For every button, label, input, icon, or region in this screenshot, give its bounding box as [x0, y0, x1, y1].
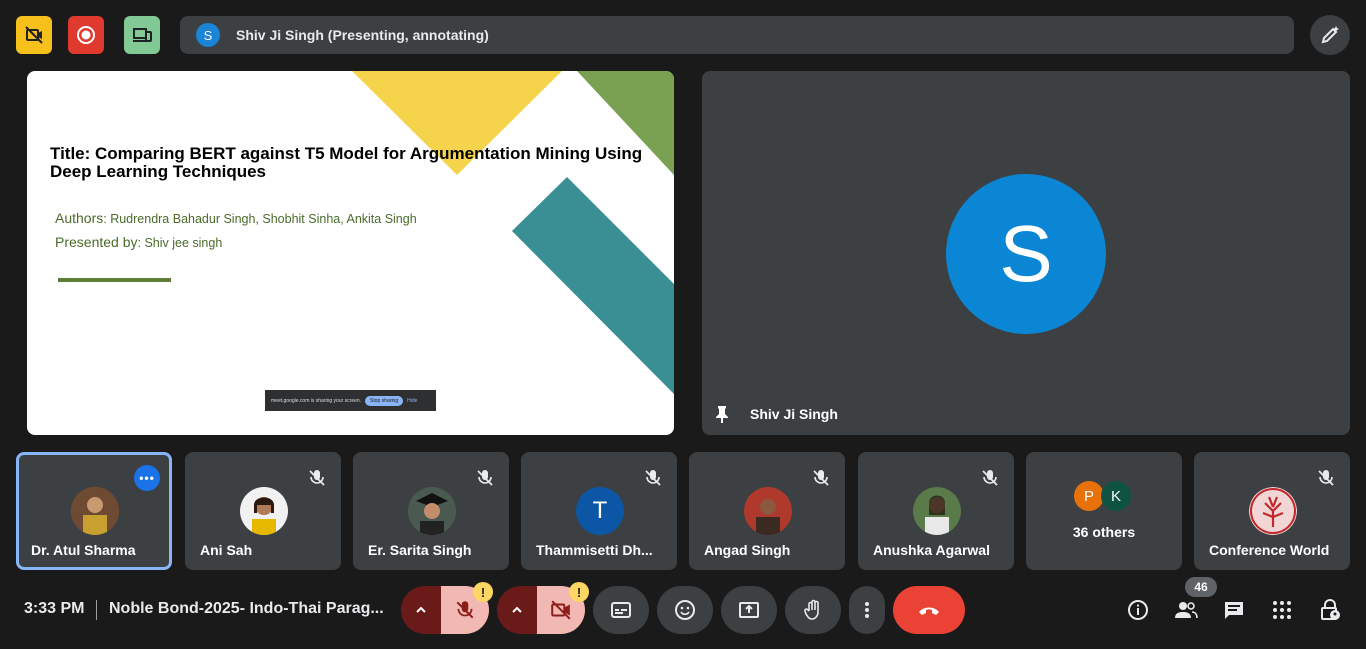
people-count-badge: 46 [1185, 577, 1217, 597]
pin-icon[interactable] [712, 404, 732, 424]
participant-name: Dr. Atul Sharma [31, 542, 136, 558]
more-options-button[interactable] [849, 586, 885, 634]
avatar [240, 487, 288, 535]
mic-off-icon [309, 470, 325, 486]
clock: 3:33 PM [24, 600, 85, 617]
more-options-icon[interactable]: ••• [134, 465, 160, 491]
camera-warning-badge: ! [569, 582, 589, 602]
participant-name: Conference World [1209, 542, 1330, 558]
slide-title: Title: Comparing BERT against T5 Model f… [50, 144, 643, 181]
participant-tile[interactable]: Angad Singh [689, 452, 845, 570]
audio-options-button[interactable] [401, 586, 441, 634]
presenter-status-text: Shiv Ji Singh (Presenting, annotating) [236, 27, 489, 43]
pen-sparkle-icon [1321, 26, 1339, 44]
no-video-icon [25, 26, 43, 44]
avatar [1249, 487, 1297, 535]
slide-authors: Authors: Rudrendra Bahadur Singh, Shobhi… [55, 210, 417, 226]
others-count-label: 36 others [1072, 524, 1136, 540]
mic-warning-badge: ! [473, 582, 493, 602]
reactions-button[interactable] [657, 586, 713, 634]
participant-name: Er. Sarita Singh [368, 542, 472, 558]
slide-divider [58, 278, 171, 282]
devices-icon [133, 28, 152, 42]
avatar: P [1074, 481, 1104, 511]
avatar: T [576, 487, 624, 535]
participant-tile[interactable]: Ani Sah [185, 452, 341, 570]
more-vert-icon [865, 602, 869, 618]
hide-banner-link[interactable]: Hide [407, 398, 417, 404]
presenter-tile-name: Shiv Ji Singh [750, 406, 838, 422]
slide-authors-label: Authors [55, 210, 104, 226]
mic-off-icon [477, 470, 493, 486]
avatar [71, 487, 119, 535]
present-icon [739, 602, 759, 618]
mic-off-icon [982, 470, 998, 486]
others-tile[interactable]: P K 36 others [1026, 452, 1182, 570]
participant-tile[interactable]: Anushka Agarwal [858, 452, 1014, 570]
avatar [744, 487, 792, 535]
captions-icon [611, 602, 631, 618]
video-options-button[interactable] [497, 586, 537, 634]
participant-tile[interactable]: Er. Sarita Singh [353, 452, 509, 570]
share-banner-text: meet.google.com is sharing your screen. [271, 397, 362, 404]
presenter-tile[interactable]: S Shiv Ji Singh [702, 71, 1350, 435]
recording-button[interactable] [68, 16, 104, 54]
people-icon [1175, 602, 1198, 619]
lock-person-icon [1321, 599, 1340, 620]
slide-presenter-name: : Shiv jee singh [137, 236, 223, 250]
participant-name: Anushka Agarwal [873, 542, 990, 558]
hand-icon [804, 599, 819, 620]
people-button[interactable] [1172, 596, 1200, 624]
present-screen-button[interactable] [721, 586, 777, 634]
participant-tile[interactable]: Conference World [1194, 452, 1350, 570]
annotate-button[interactable] [1310, 15, 1350, 55]
participant-tile[interactable]: T Thammisetti Dh... [521, 452, 677, 570]
camera-off-icon [551, 600, 571, 620]
mic-off-icon [645, 470, 661, 486]
chat-icon [1225, 602, 1243, 619]
presenter-avatar: S [196, 23, 220, 47]
record-icon [77, 26, 95, 44]
participant-name: Angad Singh [704, 542, 791, 558]
mic-off-icon [813, 470, 829, 486]
info-icon [1128, 600, 1148, 620]
mic-off-icon [1318, 470, 1334, 486]
host-controls-button[interactable] [1316, 596, 1344, 624]
stop-sharing-button[interactable]: Stop sharing [365, 395, 404, 406]
captions-button[interactable] [593, 586, 649, 634]
mic-off-icon [456, 601, 474, 619]
slide-presented-label: Presented by [55, 234, 138, 250]
emoji-icon [675, 600, 695, 620]
slide-decoration [352, 71, 674, 394]
meet-window: S Shiv Ji Singh (Presenting, annotating)… [0, 0, 1366, 649]
chevron-up-icon [416, 606, 426, 613]
avatar [408, 487, 456, 535]
companion-mode-button[interactable] [124, 16, 160, 54]
presenter-large-avatar: S [946, 174, 1106, 334]
meeting-title: Noble Bond-2025- Indo-Thai Parag... [109, 600, 384, 617]
apps-grid-icon [1273, 601, 1291, 619]
slide-presented-by: Presented by: Shiv jee singh [55, 234, 222, 250]
participant-name: Ani Sah [200, 542, 253, 558]
avatar [913, 487, 961, 535]
slide-authors-names: : Rudrendra Bahadur Singh, Shobhit Sinha… [103, 212, 417, 226]
presenter-bar[interactable]: S Shiv Ji Singh (Presenting, annotating) [180, 16, 1294, 54]
hide-self-view-button[interactable] [16, 16, 52, 54]
shared-screen[interactable]: Title: Comparing BERT against T5 Model f… [27, 71, 674, 435]
leave-call-button[interactable] [893, 586, 965, 634]
participant-name: Thammisetti Dh... [536, 542, 653, 558]
avatar: K [1101, 481, 1131, 511]
call-end-icon [919, 607, 939, 615]
meeting-details-button[interactable] [1124, 596, 1152, 624]
participant-tile[interactable]: ••• Dr. Atul Sharma [16, 452, 172, 570]
activities-button[interactable] [1268, 596, 1296, 624]
screen-share-banner: meet.google.com is sharing your screen. … [265, 390, 436, 411]
raise-hand-button[interactable] [785, 586, 841, 634]
divider [96, 600, 97, 620]
chevron-up-icon [512, 606, 522, 613]
chat-button[interactable] [1220, 596, 1248, 624]
others-avatars: P K [1074, 481, 1131, 511]
